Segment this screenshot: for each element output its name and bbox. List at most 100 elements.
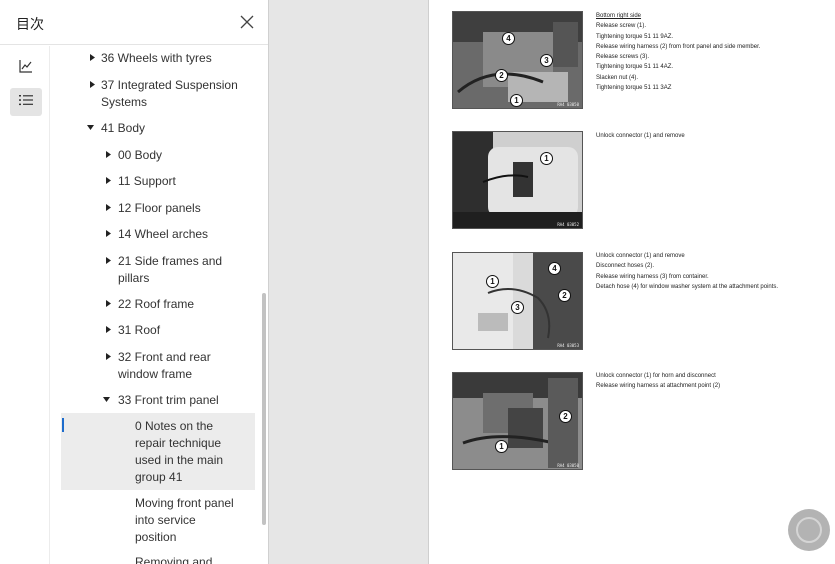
caret-down-icon[interactable] — [86, 123, 95, 134]
toc-item[interactable]: 41 Body — [101, 120, 145, 137]
document-page: 4 3 2 1 RA4 03050 Bottom right side Release sc… — [428, 0, 835, 564]
photo-code: RA4 03053 — [557, 343, 579, 348]
caret-right-icon[interactable] — [104, 229, 113, 240]
caret-right-icon[interactable] — [88, 53, 97, 64]
page-scroll-button[interactable] — [788, 509, 830, 551]
toc-item-label: Moving front panel — [135, 496, 234, 510]
toc-item[interactable]: 12 Floor panels — [118, 200, 201, 217]
toc-item[interactable]: 21 Side frames and pillars — [118, 253, 222, 287]
toc-item[interactable]: 37 Integrated Suspension Systems — [101, 77, 238, 111]
toc-item[interactable]: 00 Body — [118, 147, 162, 164]
toc-item-label: Removing and — [135, 555, 213, 564]
photo-callout: 3 — [540, 54, 553, 67]
pdf-viewer: 目次 36 Wheels with tyres 37 Integrated Sus… — [0, 0, 835, 564]
instruction-line: Release wiring harness (3) from containe… — [596, 273, 709, 280]
photo-code: RA4 03050 — [557, 102, 579, 107]
toc-item[interactable]: 11 Support — [118, 173, 176, 190]
toc-item-label: position — [135, 530, 177, 544]
caret-right-icon[interactable] — [104, 150, 113, 161]
outline-view-button[interactable] — [10, 88, 42, 116]
instruction-photo: 4 3 2 1 RA4 03050 — [452, 11, 583, 109]
instruction-line: Unlock connector (1) and remove — [596, 253, 685, 259]
sidebar-rail — [0, 46, 50, 564]
instruction-line: Release wiring harness at attachment poi… — [596, 383, 721, 390]
photo-code: RA4 03052 — [557, 222, 579, 227]
toc-item-label: Systems — [101, 95, 148, 109]
instruction-line: Release screw (1). — [596, 23, 647, 30]
toc-item[interactable]: 14 Wheel arches — [118, 226, 208, 243]
caret-right-icon[interactable] — [104, 176, 113, 187]
photo-callout: 2 — [558, 289, 571, 302]
instruction-line: Disconnect hoses (2). — [596, 263, 655, 270]
caret-right-icon[interactable] — [88, 80, 97, 91]
instruction-line: Bottom right side — [596, 13, 642, 19]
toc-item-label: 21 Side frames and — [118, 254, 223, 268]
toc-item-label: 33 Front trim panel — [118, 393, 219, 407]
toc-item-label: window frame — [118, 367, 193, 381]
photo-callout: 2 — [559, 410, 572, 423]
toc-item-label: 31 Roof — [118, 323, 161, 337]
toc-item-label: 36 Wheels with tyres — [101, 51, 212, 65]
toc-item-label: group 41 — [135, 470, 183, 484]
caret-right-icon[interactable] — [104, 299, 113, 310]
toc-item[interactable]: 36 Wheels with tyres — [101, 50, 212, 67]
toc-item[interactable]: Removing and — [135, 554, 212, 564]
caret-down-icon[interactable] — [102, 395, 111, 406]
instruction-line: Release screws (3). — [596, 54, 650, 61]
instruction-line: Release wiring harness (2) from front pa… — [596, 43, 761, 50]
photo-callout: 1 — [495, 440, 508, 453]
instruction-line: Tightening torque 51 11 3AZ — [596, 85, 672, 92]
chart-line-icon — [18, 58, 34, 79]
toc-item[interactable]: 33 Front trim panel — [118, 392, 219, 409]
instruction-line: Slacken nut (4). — [596, 74, 639, 81]
sidebar: 目次 36 Wheels with tyres 37 Integrated Sus… — [0, 0, 269, 564]
toc-item-label: 22 Roof frame — [118, 297, 195, 311]
table-of-contents: 36 Wheels with tyres 37 Integrated Suspen… — [51, 46, 268, 564]
toc-item-label: used in the main — [135, 453, 224, 467]
caret-right-icon[interactable] — [104, 325, 113, 336]
instruction-photo: 1 RA4 03052 — [452, 131, 583, 229]
toc-item-label: pillars — [118, 271, 150, 285]
instruction-text: Unlock connector (1) for horn and discon… — [596, 371, 720, 392]
toc-item[interactable]: 0 Notes on the repair technique used in th… — [135, 418, 223, 486]
instruction-line: Tightening torque 51 11 9AZ. — [596, 33, 674, 40]
chart-view-button[interactable] — [10, 54, 42, 82]
photo-callout: 1 — [510, 94, 523, 107]
viewer-background — [270, 0, 426, 564]
instruction-photo: 2 1 RA4 03050 — [452, 372, 583, 470]
caret-right-icon[interactable] — [104, 256, 113, 267]
toc-item-label: 37 Integrated Suspension — [101, 78, 238, 92]
toc-item-label: 00 Body — [118, 148, 163, 162]
caret-right-icon[interactable] — [104, 352, 113, 363]
instruction-photo: 4 1 2 3 RA4 03053 — [452, 252, 583, 350]
toc-item-label: 12 Floor panels — [118, 201, 201, 215]
toc-scrollbar[interactable] — [262, 293, 266, 525]
caret-right-icon[interactable] — [104, 203, 113, 214]
toc-item-label: 14 Wheel arches — [118, 227, 209, 241]
toc-selection-indicator — [62, 418, 64, 432]
instruction-text: Unlock connector (1) and remove — [596, 131, 685, 141]
instruction-line: Tightening torque 51 11 4AZ. — [596, 64, 674, 71]
list-icon — [18, 92, 34, 113]
instruction-line: Unlock connector (1) and remove — [596, 133, 685, 139]
photo-callout: 2 — [495, 69, 508, 82]
toc-item[interactable]: 31 Roof — [118, 322, 160, 339]
close-icon[interactable] — [238, 13, 256, 31]
photo-callout: 1 — [540, 152, 553, 165]
instruction-text: Unlock connector (1) and remove Disconnec… — [596, 251, 778, 292]
instruction-text: Bottom right side Release screw (1). Tight… — [596, 11, 760, 93]
instruction-line: Unlock connector (1) for horn and discon… — [596, 373, 716, 379]
photo-callout: 1 — [486, 275, 499, 288]
toc-item-label: 41 Body — [101, 121, 146, 135]
toc-item-label: 32 Front and rear — [118, 350, 211, 364]
toc-item-label: repair technique — [135, 436, 222, 450]
toc-item[interactable]: 32 Front and rear window frame — [118, 349, 211, 383]
photo-code: RA4 03050 — [557, 463, 579, 468]
toc-item[interactable]: Moving front panel into service position — [135, 495, 234, 546]
sidebar-title: 目次 — [16, 17, 44, 33]
toc-item-label: 11 Support — [118, 174, 176, 188]
photo-callout: 3 — [511, 301, 524, 314]
toc-item-label: 0 Notes on the — [135, 419, 214, 433]
instruction-line: Detach hose (4) for window washer system… — [596, 283, 779, 290]
toc-item[interactable]: 22 Roof frame — [118, 296, 194, 313]
